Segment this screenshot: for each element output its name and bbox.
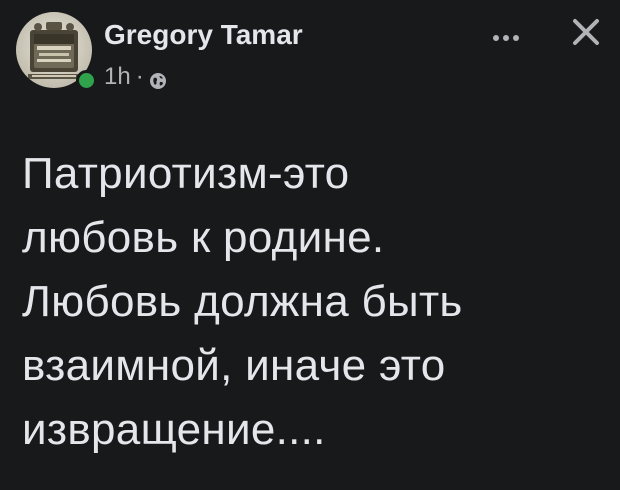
post-text-line: Любовь должна быть [22, 277, 463, 326]
meta-separator: · [135, 63, 144, 90]
post-timestamp[interactable]: 1h [104, 63, 131, 91]
post-card: Gregory Tamar 1h · Патриотизм-это любовь… [0, 0, 620, 490]
author-name[interactable]: Gregory Tamar [104, 18, 303, 52]
close-button[interactable] [560, 8, 612, 56]
post-text-line: Патриотизм-это [22, 149, 350, 198]
more-options-button[interactable] [484, 20, 528, 56]
online-status-dot [76, 70, 97, 91]
post-text-line: извращение.... [22, 405, 326, 454]
author-avatar[interactable] [16, 12, 97, 91]
more-options-icon [493, 35, 519, 41]
post-meta: 1h · [104, 63, 167, 91]
close-icon [573, 19, 599, 45]
post-text-line: взаимной, иначе это [22, 341, 446, 390]
post-text-line: любовь к родине. [22, 213, 385, 262]
globe-icon[interactable] [149, 69, 167, 89]
post-text: Патриотизм-это любовь к родине. Любовь д… [22, 142, 612, 462]
